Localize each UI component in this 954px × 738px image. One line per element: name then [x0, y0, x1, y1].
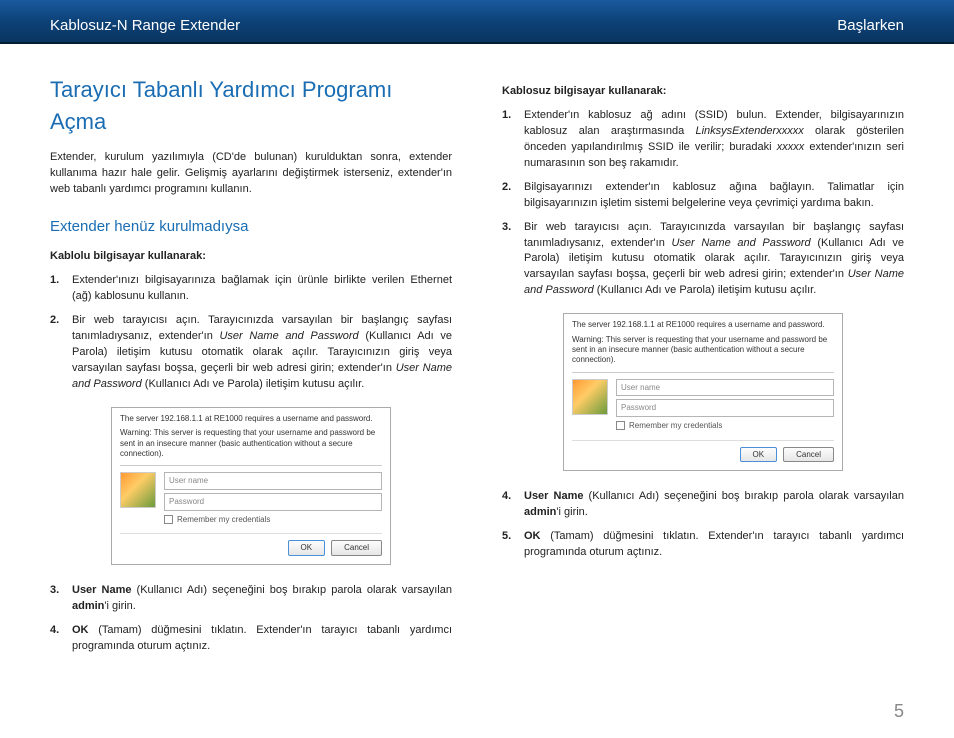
- username-field[interactable]: User name: [616, 379, 834, 397]
- step-w1: Extender'ın kablosuz ağ adını (SSID) bul…: [502, 108, 904, 172]
- cancel-button[interactable]: Cancel: [783, 447, 834, 463]
- remember-checkbox[interactable]: Remember my credentials: [616, 420, 834, 432]
- step-w4: User Name (Kullanıcı Adı) seçeneğini boş…: [502, 489, 904, 521]
- auth-dialog: The server 192.168.1.1 at RE1000 require…: [111, 407, 391, 565]
- steps-wired-cont: User Name (Kullanıcı Adı) seçeneğini boş…: [50, 583, 452, 655]
- username-field[interactable]: User name: [164, 472, 382, 490]
- doc-title-left: Kablosuz-N Range Extender: [50, 17, 240, 34]
- page-number: 5: [894, 701, 904, 722]
- auth-dialog-figure-2: The server 192.168.1.1 at RE1000 require…: [502, 313, 904, 471]
- steps-wireless: Extender'ın kablosuz ağ adını (SSID) bul…: [502, 108, 904, 299]
- steps-wired: Extender'ınızı bilgisayarınıza bağlamak …: [50, 273, 452, 393]
- step-1: Extender'ınızı bilgisayarınıza bağlamak …: [50, 273, 452, 305]
- right-column: Kablosuz bilgisayar kullanarak: Extender…: [502, 74, 904, 663]
- password-field[interactable]: Password: [616, 399, 834, 417]
- checkbox-icon: [164, 515, 173, 524]
- remember-checkbox[interactable]: Remember my credentials: [164, 514, 382, 526]
- dialog-message: The server 192.168.1.1 at RE1000 require…: [120, 414, 382, 467]
- left-column: Tarayıcı Tabanlı Yardımcı Programı Açma …: [50, 74, 452, 663]
- step-4: OK (Tamam) düğmesini tıklatın. Extender'…: [50, 623, 452, 655]
- intro-paragraph: Extender, kurulum yazılımıyla (CD'de bul…: [50, 150, 452, 198]
- page-heading: Tarayıcı Tabanlı Yardımcı Programı Açma: [50, 74, 452, 138]
- avatar-icon: [572, 379, 608, 415]
- ok-button[interactable]: OK: [288, 540, 326, 556]
- subsection-heading-wireless: Kablosuz bilgisayar kullanarak:: [502, 84, 904, 100]
- checkbox-icon: [616, 421, 625, 430]
- step-3: User Name (Kullanıcı Adı) seçeneğini boş…: [50, 583, 452, 615]
- subsection-heading-wired: Kablolu bilgisayar kullanarak:: [50, 249, 452, 265]
- step-w5: OK (Tamam) düğmesini tıklatın. Extender'…: [502, 529, 904, 561]
- auth-dialog-2: The server 192.168.1.1 at RE1000 require…: [563, 313, 843, 471]
- header-bar: Kablosuz-N Range Extender Başlarken: [0, 0, 954, 44]
- auth-dialog-figure: The server 192.168.1.1 at RE1000 require…: [50, 407, 452, 565]
- step-w3: Bir web tarayıcısı açın. Tarayıcınızda v…: [502, 220, 904, 300]
- step-w2: Bilgisayarınızı extender'ın kablosuz ağı…: [502, 180, 904, 212]
- doc-title-right: Başlarken: [837, 17, 904, 34]
- ok-button[interactable]: OK: [740, 447, 778, 463]
- password-field[interactable]: Password: [164, 493, 382, 511]
- cancel-button[interactable]: Cancel: [331, 540, 382, 556]
- step-2: Bir web tarayıcısı açın. Tarayıcınızda v…: [50, 313, 452, 393]
- avatar-icon: [120, 472, 156, 508]
- section-heading: Extender henüz kurulmadıysa: [50, 216, 452, 238]
- dialog-message-2: The server 192.168.1.1 at RE1000 require…: [572, 320, 834, 373]
- steps-wireless-cont: User Name (Kullanıcı Adı) seçeneğini boş…: [502, 489, 904, 561]
- page-content: Tarayıcı Tabanlı Yardımcı Programı Açma …: [0, 44, 954, 663]
